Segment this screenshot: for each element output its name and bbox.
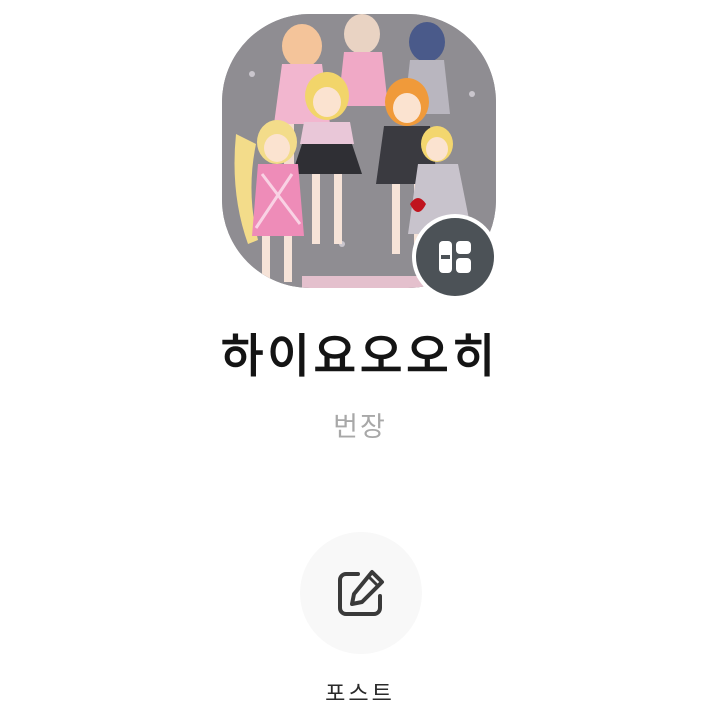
profile-subtitle: 번장 xyxy=(333,412,387,443)
post-button[interactable] xyxy=(300,532,422,654)
profile-switch-badge[interactable] xyxy=(412,214,498,300)
profile-switch-icon xyxy=(439,241,471,273)
profile-screen: 하이요오오히 번장 포스트 xyxy=(0,0,720,720)
badge-background xyxy=(416,218,494,296)
profile-avatar-area[interactable] xyxy=(222,14,498,300)
post-label[interactable]: 포스트 xyxy=(0,680,720,710)
profile-name: 하이요오오히 xyxy=(221,329,499,383)
edit-pencil-icon xyxy=(338,570,384,616)
